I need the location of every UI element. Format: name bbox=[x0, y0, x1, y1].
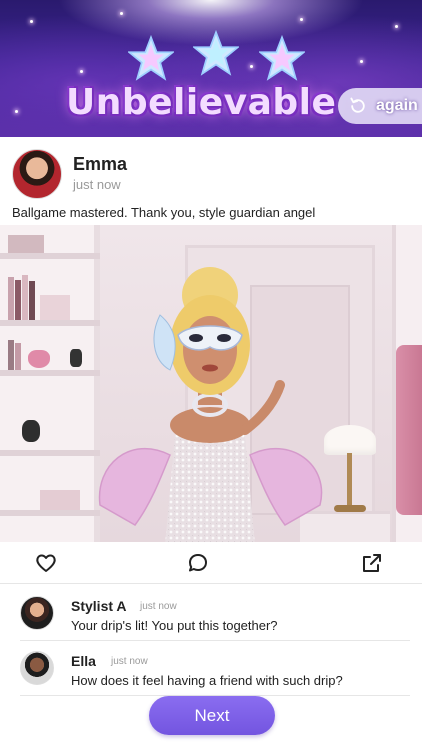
result-title: Unbelievable bbox=[66, 82, 337, 123]
outfit-photo bbox=[0, 225, 422, 542]
book bbox=[15, 280, 21, 320]
commenter-name: Ella bbox=[71, 653, 96, 669]
book bbox=[40, 490, 80, 510]
sparkle bbox=[395, 25, 398, 28]
star-icon bbox=[259, 35, 305, 81]
star-icon bbox=[128, 35, 174, 81]
sparkle bbox=[15, 110, 18, 113]
sparkle bbox=[360, 60, 363, 63]
book bbox=[40, 295, 70, 320]
shelf bbox=[0, 510, 100, 516]
comment-timestamp: just now bbox=[111, 656, 148, 667]
hanging-dress bbox=[396, 345, 422, 515]
sparkle bbox=[30, 20, 33, 23]
book bbox=[22, 275, 28, 320]
avatar-character bbox=[98, 267, 323, 542]
sparkle bbox=[80, 70, 83, 73]
sparkle bbox=[250, 65, 253, 68]
author-avatar[interactable] bbox=[12, 149, 62, 199]
sparkle bbox=[120, 12, 123, 15]
book bbox=[29, 281, 35, 320]
retry-icon bbox=[350, 97, 365, 113]
shelf bbox=[0, 253, 100, 259]
result-banner: Unbelievable again bbox=[0, 0, 422, 137]
vase bbox=[28, 350, 50, 368]
jar bbox=[22, 420, 40, 442]
book bbox=[15, 343, 21, 370]
vase bbox=[70, 349, 82, 367]
shelf bbox=[0, 450, 100, 456]
book bbox=[8, 235, 44, 253]
lamp-shade bbox=[324, 425, 376, 455]
shelf bbox=[0, 370, 100, 376]
comment-text: Your drip's lit! You put this together? bbox=[71, 618, 278, 633]
post-caption: Ballgame mastered. Thank you, style guar… bbox=[12, 205, 316, 220]
bookshelf bbox=[0, 225, 100, 542]
post-action-bar bbox=[0, 542, 422, 584]
again-label: again bbox=[376, 97, 418, 114]
next-button[interactable]: Next bbox=[149, 696, 275, 735]
comment-item: Stylist A just now Your drip's lit! You … bbox=[0, 586, 422, 640]
lamp-base bbox=[334, 505, 366, 512]
book bbox=[8, 340, 14, 370]
shelf bbox=[0, 320, 100, 326]
author-name: Emma bbox=[73, 154, 128, 174]
book bbox=[8, 277, 14, 320]
comment-timestamp: just now bbox=[140, 601, 177, 612]
heart-icon[interactable] bbox=[34, 551, 58, 575]
commenter-name: Stylist A bbox=[71, 598, 127, 614]
star-icon bbox=[193, 30, 239, 76]
commenter-avatar[interactable] bbox=[20, 651, 54, 685]
lamp-stem bbox=[347, 453, 352, 507]
comment-item: Ella just now How does it feel having a … bbox=[0, 641, 422, 695]
comment-bubble-icon[interactable] bbox=[186, 551, 210, 575]
again-button[interactable]: again bbox=[338, 88, 422, 124]
commenter-avatar[interactable] bbox=[20, 596, 54, 630]
sparkle bbox=[300, 18, 303, 21]
post-timestamp: just now bbox=[73, 177, 121, 192]
share-icon[interactable] bbox=[360, 551, 384, 575]
comment-text: How does it feel having a friend with su… bbox=[71, 673, 343, 688]
